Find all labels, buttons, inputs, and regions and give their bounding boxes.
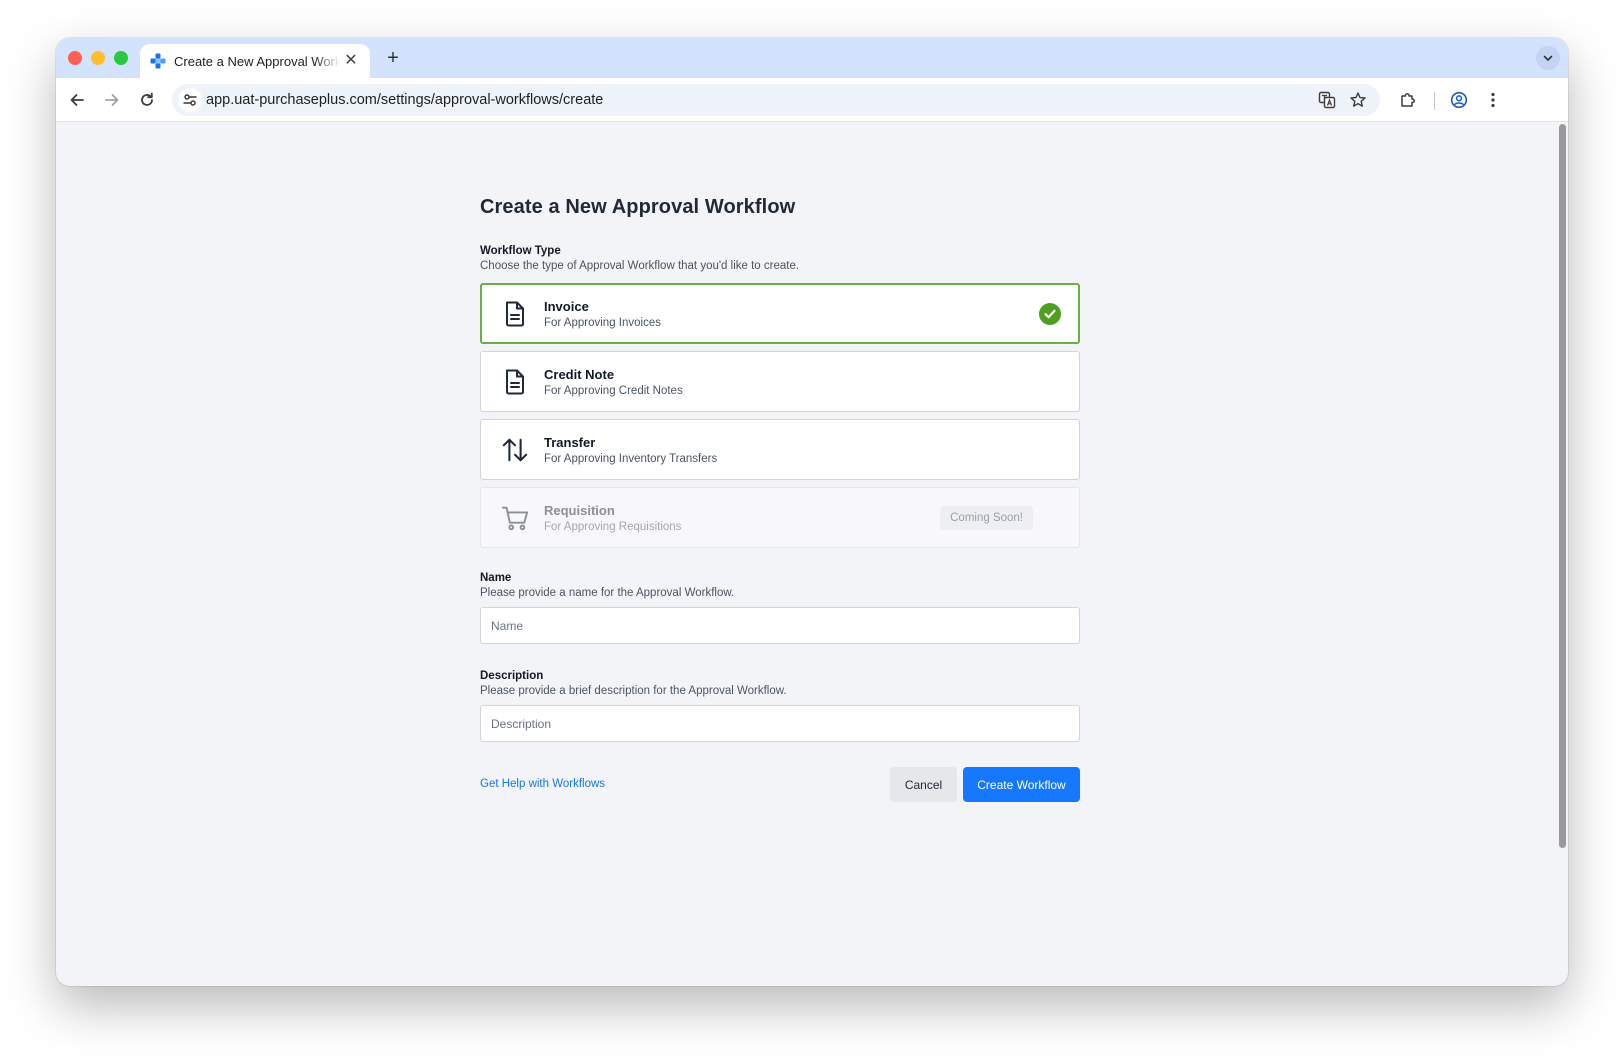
forward-button[interactable] (100, 88, 124, 112)
shopping-cart-icon (501, 504, 529, 532)
browser-menu-button[interactable] (1481, 88, 1505, 112)
document-icon (501, 368, 529, 396)
name-section: Name Please provide a name for the Appro… (480, 572, 1080, 644)
description-description: Please provide a brief description for t… (480, 685, 787, 697)
back-button[interactable] (65, 88, 89, 112)
more-vertical-icon (1491, 92, 1495, 108)
star-icon (1350, 92, 1366, 107)
page-title: Create a New Approval Workflow (480, 196, 796, 218)
browser-toolbar: app.uat-purchaseplus.com/settings/approv… (56, 78, 1568, 122)
profile-button[interactable] (1447, 88, 1471, 112)
url-host: app.uat-purchaseplus.com (206, 92, 377, 108)
workflow-type-section: Workflow Type Choose the type of Approva… (480, 245, 1080, 548)
name-description: Please provide a name for the Approval W… (480, 587, 735, 599)
workflow-type-name: Requisition (544, 503, 615, 518)
workflow-type-description: Choose the type of Approval Workflow tha… (480, 260, 800, 272)
create-workflow-form: Create a New Approval Workflow Workflow … (480, 196, 1080, 802)
workflow-type-options: Invoice For Approving Invoices Credit No… (480, 283, 1080, 548)
browser-tab[interactable]: Create a New Approval Workflow ✕ (140, 44, 370, 78)
scrollbar-thumb[interactable] (1559, 124, 1566, 848)
url-path: /settings/approval-workflows/create (376, 92, 604, 108)
form-actions: Get Help with Workflows Cancel Create Wo… (480, 767, 1080, 802)
coming-soon-badge: Coming Soon! (940, 506, 1033, 530)
url-text[interactable]: app.uat-purchaseplus.com/settings/approv… (206, 92, 603, 108)
workflow-type-name: Credit Note (544, 367, 615, 382)
puzzle-icon (1401, 93, 1415, 107)
tab-title: Create a New Approval Workflow (174, 53, 340, 69)
maximize-window-button[interactable] (114, 51, 128, 65)
scrollbar[interactable] (1556, 122, 1568, 986)
tab-search-button[interactable] (1536, 46, 1560, 70)
arrow-right-icon (105, 94, 119, 106)
extensions-button[interactable] (1396, 88, 1420, 112)
create-workflow-button[interactable]: Create Workflow (963, 767, 1080, 802)
new-tab-button[interactable]: + (382, 47, 404, 69)
page-viewport: Create a New Approval Workflow Workflow … (56, 122, 1568, 986)
get-help-link[interactable]: Get Help with Workflows (480, 778, 605, 790)
workflow-type-requisition: Requisition For Approving Requisitions C… (480, 487, 1080, 548)
tab-strip: Create a New Approval Workflow ✕ + (56, 38, 1568, 78)
description-label: Description (480, 670, 544, 682)
chevron-down-icon (1543, 55, 1553, 61)
arrows-up-down-icon (501, 436, 529, 464)
translate-button[interactable] (1316, 89, 1338, 111)
browser-window: Create a New Approval Workflow ✕ + (56, 38, 1568, 986)
workflow-type-subtitle: For Approving Inventory Transfers (544, 453, 718, 465)
arrow-left-icon (70, 94, 84, 106)
workflow-type-name: Transfer (544, 435, 596, 450)
site-settings-button[interactable] (178, 88, 202, 112)
workflow-type-invoice[interactable]: Invoice For Approving Invoices (480, 283, 1080, 344)
tune-icon (183, 94, 197, 106)
workflow-type-name: Invoice (544, 299, 589, 314)
workflow-type-credit-note[interactable]: Credit Note For Approving Credit Notes (480, 351, 1080, 412)
reload-icon (141, 92, 153, 106)
minimize-window-button[interactable] (91, 51, 105, 65)
workflow-type-subtitle: For Approving Invoices (544, 317, 661, 329)
description-section: Description Please provide a brief descr… (480, 670, 1080, 742)
bookmark-button[interactable] (1347, 89, 1369, 111)
check-circle-icon (1039, 303, 1061, 325)
name-input[interactable] (480, 607, 1080, 644)
close-window-button[interactable] (68, 51, 82, 65)
address-bar[interactable]: app.uat-purchaseplus.com/settings/approv… (172, 84, 1380, 116)
account-circle-icon (1450, 91, 1468, 109)
workflow-type-label: Workflow Type (480, 245, 561, 257)
translate-icon (1318, 91, 1336, 109)
cancel-button[interactable]: Cancel (890, 767, 957, 802)
reload-button[interactable] (135, 88, 159, 112)
workflow-type-subtitle: For Approving Credit Notes (544, 385, 683, 397)
workflow-type-subtitle: For Approving Requisitions (544, 521, 682, 533)
description-input[interactable] (480, 705, 1080, 742)
purchaseplus-favicon-icon (150, 53, 166, 69)
document-icon (501, 300, 529, 328)
toolbar-divider (1434, 92, 1435, 110)
workflow-type-transfer[interactable]: Transfer For Approving Inventory Transfe… (480, 419, 1080, 480)
tab-close-icon[interactable]: ✕ (342, 52, 360, 70)
name-label: Name (480, 572, 512, 584)
